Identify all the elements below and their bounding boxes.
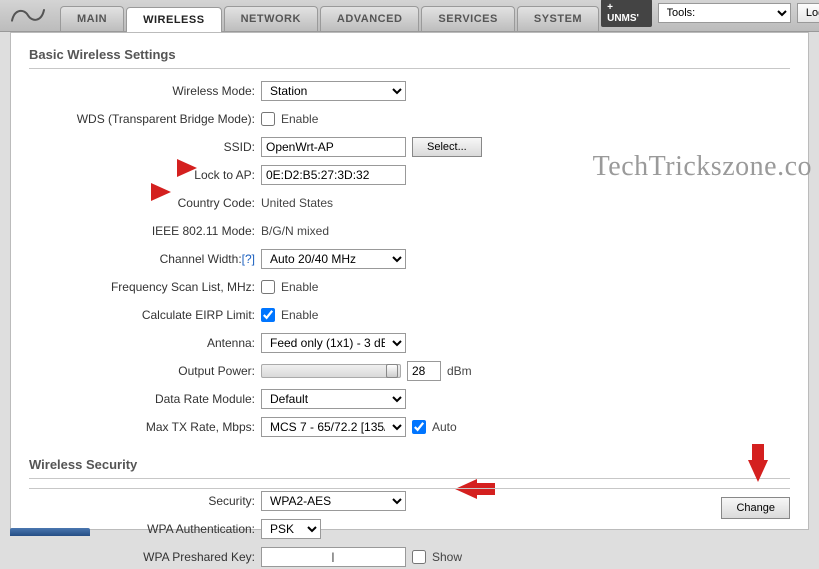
taskbar-stub [10,528,90,536]
label-lock-ap: Lock to AP: [29,168,261,182]
ssid-select-button[interactable]: Select... [412,137,482,157]
row-wpa-key: WPA Preshared Key: I Show [29,545,790,569]
row-data-rate: Data Rate Module: Default [29,387,790,411]
channel-width-select[interactable]: Auto 20/40 MHz [261,249,406,269]
row-wds: WDS (Transparent Bridge Mode): Enable [29,107,790,131]
top-bar: MAIN WIRELESS NETWORK ADVANCED SERVICES … [0,0,819,32]
lock-ap-input[interactable] [261,165,406,185]
label-eirp: Calculate EIRP Limit: [29,308,261,322]
label-data-rate: Data Rate Module: [29,392,261,406]
label-ieee: IEEE 802.11 Mode: [29,224,261,238]
data-rate-select[interactable]: Default [261,389,406,409]
label-antenna: Antenna: [29,336,261,350]
label-wpa-key: WPA Preshared Key: [29,550,261,564]
row-antenna: Antenna: Feed only (1x1) - 3 dBi [29,331,790,355]
label-chwidth: Channel Width:[?] [29,252,261,266]
wpa-auth-select[interactable]: PSK [261,519,321,539]
row-freqscan: Frequency Scan List, MHz: Enable [29,275,790,299]
tab-system[interactable]: SYSTEM [517,6,599,31]
panel-footer: Change [29,488,790,519]
row-output-power: Output Power: dBm [29,359,790,383]
antenna-select[interactable]: Feed only (1x1) - 3 dBi [261,333,406,353]
label-wireless-mode: Wireless Mode: [29,84,261,98]
max-tx-auto-label: Auto [432,420,457,434]
tab-main[interactable]: MAIN [60,6,124,31]
brand-logo [8,5,48,27]
eirp-enable-checkbox[interactable] [261,308,275,322]
label-wds: WDS (Transparent Bridge Mode): [29,112,261,126]
change-button[interactable]: Change [721,497,790,519]
unms-badge[interactable]: + UNMS' [601,0,651,27]
row-lock-ap: Lock to AP: [29,163,790,187]
tools-select[interactable]: Tools: [658,3,791,23]
section-security-title: Wireless Security [29,453,790,479]
row-chwidth: Channel Width:[?] Auto 20/40 MHz [29,247,790,271]
row-max-tx: Max TX Rate, Mbps: MCS 7 - 65/72.2 [135/… [29,415,790,439]
label-output-power: Output Power: [29,364,261,378]
label-country: Country Code: [29,196,261,210]
row-ssid: SSID: Select... [29,135,790,159]
output-power-unit: dBm [447,364,472,378]
row-wpa-auth: WPA Authentication: PSK [29,517,790,541]
chwidth-help-icon[interactable]: [?] [242,252,255,266]
row-country: Country Code: United States [29,191,790,215]
tab-wireless[interactable]: WIRELESS [126,7,221,32]
wds-enable-label: Enable [281,112,318,126]
country-value: United States [261,196,333,210]
label-max-tx: Max TX Rate, Mbps: [29,420,261,434]
section-basic-title: Basic Wireless Settings [29,43,790,69]
output-power-input[interactable] [407,361,441,381]
show-key-checkbox[interactable] [412,550,426,564]
label-ssid: SSID: [29,140,261,154]
row-eirp: Calculate EIRP Limit: Enable [29,303,790,327]
eirp-enable-label: Enable [281,308,318,322]
text-cursor-icon: I [331,549,335,565]
tab-advanced[interactable]: ADVANCED [320,6,420,31]
ssid-input[interactable] [261,137,406,157]
logout-button[interactable]: Logout [797,3,819,23]
max-tx-auto-checkbox[interactable] [412,420,426,434]
output-power-slider[interactable] [261,364,401,378]
freqscan-enable-checkbox[interactable] [261,280,275,294]
content-panel: TechTrickszone.co Basic Wireless Setting… [10,32,809,530]
show-key-label: Show [432,550,462,564]
top-right-controls: + UNMS' Tools: Logout [601,0,819,31]
max-tx-select[interactable]: MCS 7 - 65/72.2 [135/15 [261,417,406,437]
wds-enable-checkbox[interactable] [261,112,275,126]
ieee-value: B/G/N mixed [261,224,329,238]
freqscan-enable-label: Enable [281,280,318,294]
wireless-mode-select[interactable]: Station [261,81,406,101]
main-tabs: MAIN WIRELESS NETWORK ADVANCED SERVICES … [60,6,601,31]
label-freqscan: Frequency Scan List, MHz: [29,280,261,294]
tab-network[interactable]: NETWORK [224,6,318,31]
row-wireless-mode: Wireless Mode: Station [29,79,790,103]
row-ieee: IEEE 802.11 Mode: B/G/N mixed [29,219,790,243]
tab-services[interactable]: SERVICES [421,6,514,31]
